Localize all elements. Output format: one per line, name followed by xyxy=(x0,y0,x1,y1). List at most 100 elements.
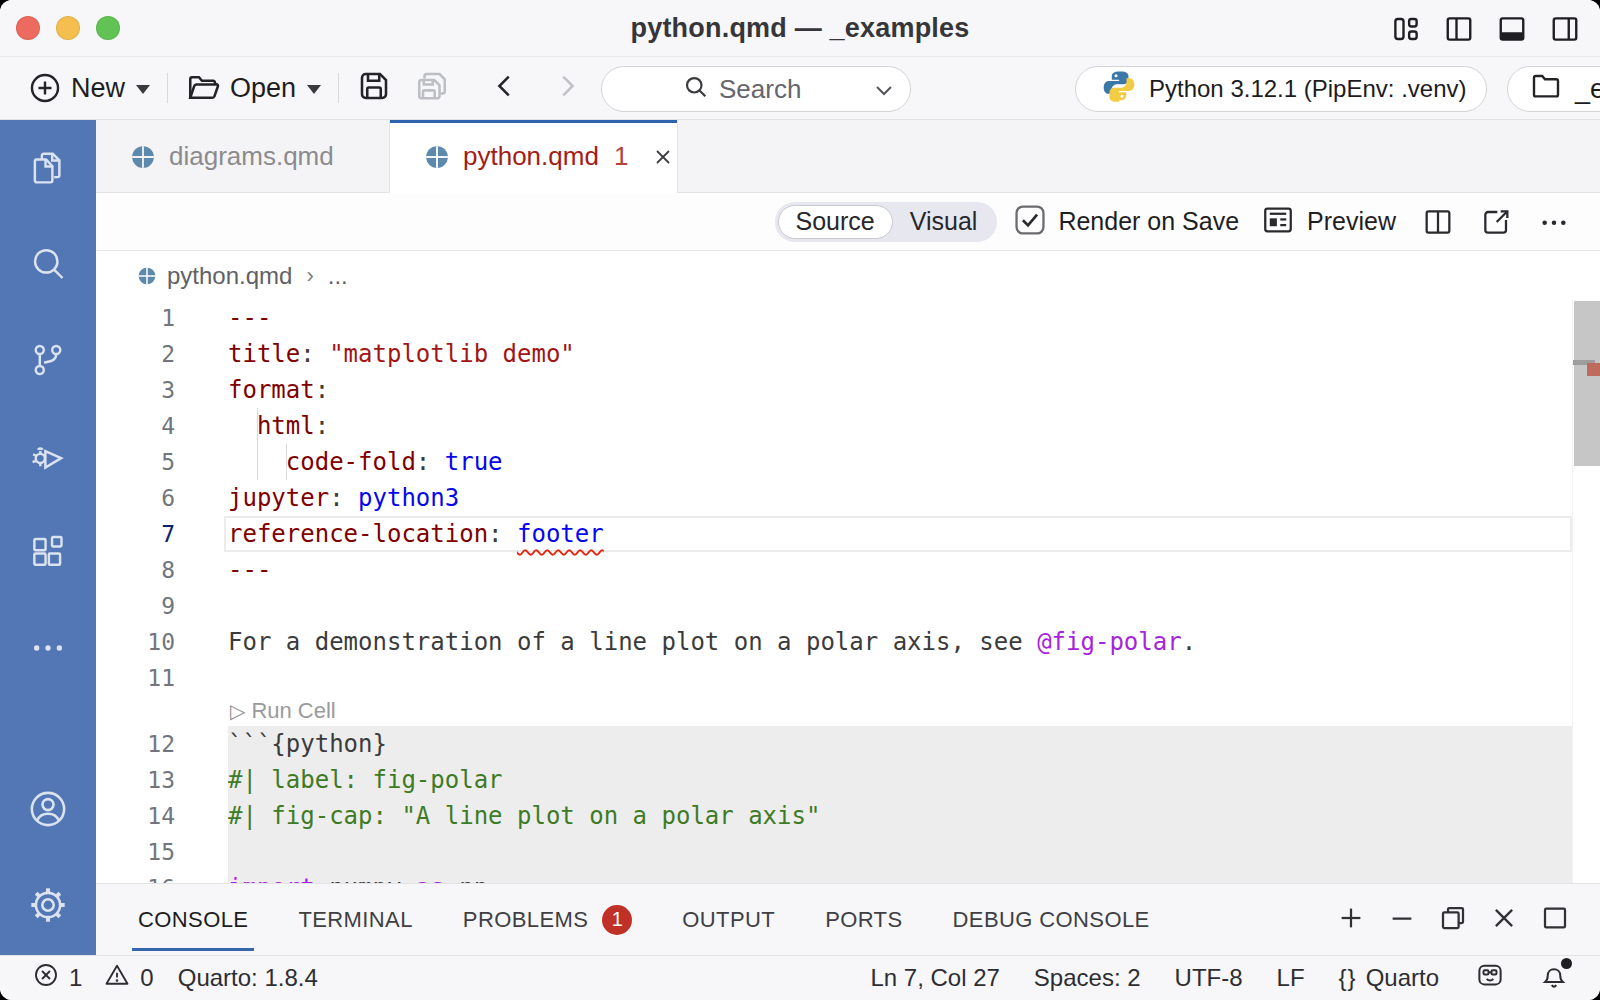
line-number: 6 xyxy=(96,480,175,516)
toggle-right-sidebar-icon[interactable] xyxy=(1550,14,1580,44)
language-mode-status[interactable]: {} Quarto xyxy=(1339,964,1439,992)
code-line-2[interactable]: 2title: "matplotlib demo" xyxy=(96,336,1572,372)
customize-layout-icon[interactable] xyxy=(1391,14,1421,44)
preview-button[interactable]: Preview xyxy=(1261,203,1396,241)
problems-status[interactable]: 1 0 xyxy=(32,961,154,995)
explorer-icon[interactable] xyxy=(0,120,96,216)
notification-dot xyxy=(1561,958,1572,969)
quarto-version-status[interactable]: Quarto: 1.8.4 xyxy=(178,964,318,992)
run-cell-button[interactable]: ▷Run Cell xyxy=(96,696,1572,726)
more-actions-icon[interactable] xyxy=(0,600,96,696)
top-action-bar: New Open xyxy=(0,57,1600,120)
tab-problem-count: 1 xyxy=(614,141,628,172)
panel-close-icon[interactable] xyxy=(1489,903,1519,937)
code-line-15[interactable]: 15 xyxy=(96,834,1572,870)
panel-restore-icon[interactable] xyxy=(1438,903,1468,937)
breadcrumb-symbol[interactable]: ... xyxy=(328,262,348,290)
line-content xyxy=(175,834,228,870)
panel-tab-label: TERMINAL xyxy=(298,907,412,933)
quarto-file-icon xyxy=(424,144,450,170)
close-tab-icon[interactable] xyxy=(651,145,675,169)
window-title: python.qmd — _examples xyxy=(0,0,1600,57)
toggle-panel-icon[interactable] xyxy=(1497,14,1527,44)
navigate-forward-icon[interactable] xyxy=(552,71,582,105)
search-chevron-down-icon[interactable] xyxy=(874,82,894,102)
panel-tab-label: PORTS xyxy=(825,907,902,933)
activity-bar xyxy=(0,120,96,955)
source-control-icon[interactable] xyxy=(0,312,96,408)
panel-tab-label: CONSOLE xyxy=(138,907,248,933)
status-bar: 1 0 Quarto: 1.8.4 Ln 7, Col 27 Spaces: 2… xyxy=(0,955,1600,1000)
tab-python-qmd[interactable]: python.qmd 1 xyxy=(390,120,678,193)
panel-minimize-icon[interactable] xyxy=(1387,903,1417,937)
indentation-status[interactable]: Spaces: 2 xyxy=(1034,964,1141,992)
code-lines: 1---2title: "matplotlib demo"3format:4 h… xyxy=(96,300,1572,883)
panel-tab-ports[interactable]: PORTS xyxy=(825,884,902,955)
code-line-8[interactable]: 8--- xyxy=(96,552,1572,588)
toggle-left-sidebar-icon[interactable] xyxy=(1444,14,1474,44)
navigate-back-icon[interactable] xyxy=(490,71,520,105)
feedback-icon[interactable] xyxy=(1475,960,1505,996)
open-external-icon[interactable] xyxy=(1480,206,1512,238)
panel-tab-terminal[interactable]: TERMINAL xyxy=(298,884,412,955)
code-line-9[interactable]: 9 xyxy=(96,588,1572,624)
preview-label: Preview xyxy=(1307,207,1396,236)
cursor-position-status[interactable]: Ln 7, Col 27 xyxy=(870,964,999,992)
open-button[interactable]: Open xyxy=(185,70,321,106)
panel-tab-output[interactable]: OUTPUT xyxy=(682,884,775,955)
scrollbar-thumb[interactable] xyxy=(1574,301,1600,466)
code-line-3[interactable]: 3format: xyxy=(96,372,1572,408)
code-line-10[interactable]: 10For a demonstration of a line plot on … xyxy=(96,624,1572,660)
breadcrumb-file[interactable]: python.qmd xyxy=(167,262,292,290)
code-line-12[interactable]: 12```{python} xyxy=(96,726,1572,762)
code-line-4[interactable]: 4 html: xyxy=(96,408,1572,444)
code-line-6[interactable]: 6jupyter: python3 xyxy=(96,480,1572,516)
workspace-selector[interactable]: _ex xyxy=(1507,66,1600,112)
panel-tab-problems[interactable]: PROBLEMS1 xyxy=(463,884,632,955)
line-content: code-fold: true xyxy=(175,444,503,480)
code-line-11[interactable]: 11 xyxy=(96,660,1572,696)
settings-gear-icon[interactable] xyxy=(0,857,96,953)
run-cell-play-icon: ▷ xyxy=(230,696,245,726)
quarto-file-icon xyxy=(130,144,156,170)
interpreter-selector[interactable]: Python 3.12.1 (PipEnv: .venv) xyxy=(1075,66,1487,112)
bottom-panel: CONSOLE TERMINAL PROBLEMS1 OUTPUT PORTS DEBUG… xyxy=(96,883,1600,955)
notifications-bell-icon[interactable] xyxy=(1539,960,1569,996)
eol-status[interactable]: LF xyxy=(1277,964,1305,992)
code-line-7[interactable]: 7reference-location: footer xyxy=(96,516,1572,552)
panel-tab-label: PROBLEMS xyxy=(463,907,588,933)
folder-icon xyxy=(1530,70,1562,109)
line-number: 2 xyxy=(96,336,175,372)
tab-diagrams-qmd[interactable]: diagrams.qmd xyxy=(96,120,390,193)
panel-layout-icon[interactable] xyxy=(1540,903,1570,937)
encoding-status[interactable]: UTF-8 xyxy=(1175,964,1243,992)
line-content: format: xyxy=(175,372,329,408)
new-button[interactable]: New xyxy=(28,71,150,105)
source-mode-button[interactable]: Source xyxy=(778,205,893,239)
search-sidebar-icon[interactable] xyxy=(0,216,96,312)
search-input[interactable]: Search xyxy=(601,66,911,112)
panel-tab-console[interactable]: CONSOLE xyxy=(138,884,248,955)
code-line-16[interactable]: 16import numpy as np xyxy=(96,870,1572,883)
extensions-icon[interactable] xyxy=(0,504,96,600)
more-actions-ellipsis-icon[interactable] xyxy=(1538,206,1570,238)
account-icon[interactable] xyxy=(0,761,96,857)
panel-tab-debug-console[interactable]: DEBUG CONSOLE xyxy=(953,884,1150,955)
split-editor-icon[interactable] xyxy=(1422,206,1454,238)
breadcrumb[interactable]: python.qmd › ... xyxy=(96,251,1600,300)
editor-scrollbar[interactable] xyxy=(1572,300,1600,883)
save-all-icon[interactable] xyxy=(414,68,450,108)
visual-mode-button[interactable]: Visual xyxy=(893,205,995,239)
line-content: jupyter: python3 xyxy=(175,480,459,516)
code-line-1[interactable]: 1--- xyxy=(96,300,1572,336)
save-icon[interactable] xyxy=(356,68,392,108)
code-line-5[interactable]: 5 code-fold: true xyxy=(96,444,1572,480)
code-line-13[interactable]: 13#| label: fig-polar xyxy=(96,762,1572,798)
line-number: 10 xyxy=(96,624,175,660)
code-editor[interactable]: 1---2title: "matplotlib demo"3format:4 h… xyxy=(96,300,1600,883)
run-debug-icon[interactable] xyxy=(0,408,96,504)
panel-add-icon[interactable] xyxy=(1336,903,1366,937)
editor-tab-strip: diagrams.qmd python.qmd 1 xyxy=(96,120,1600,193)
code-line-14[interactable]: 14#| fig-cap: "A line plot on a polar ax… xyxy=(96,798,1572,834)
render-on-save-checkbox[interactable] xyxy=(1013,203,1047,241)
